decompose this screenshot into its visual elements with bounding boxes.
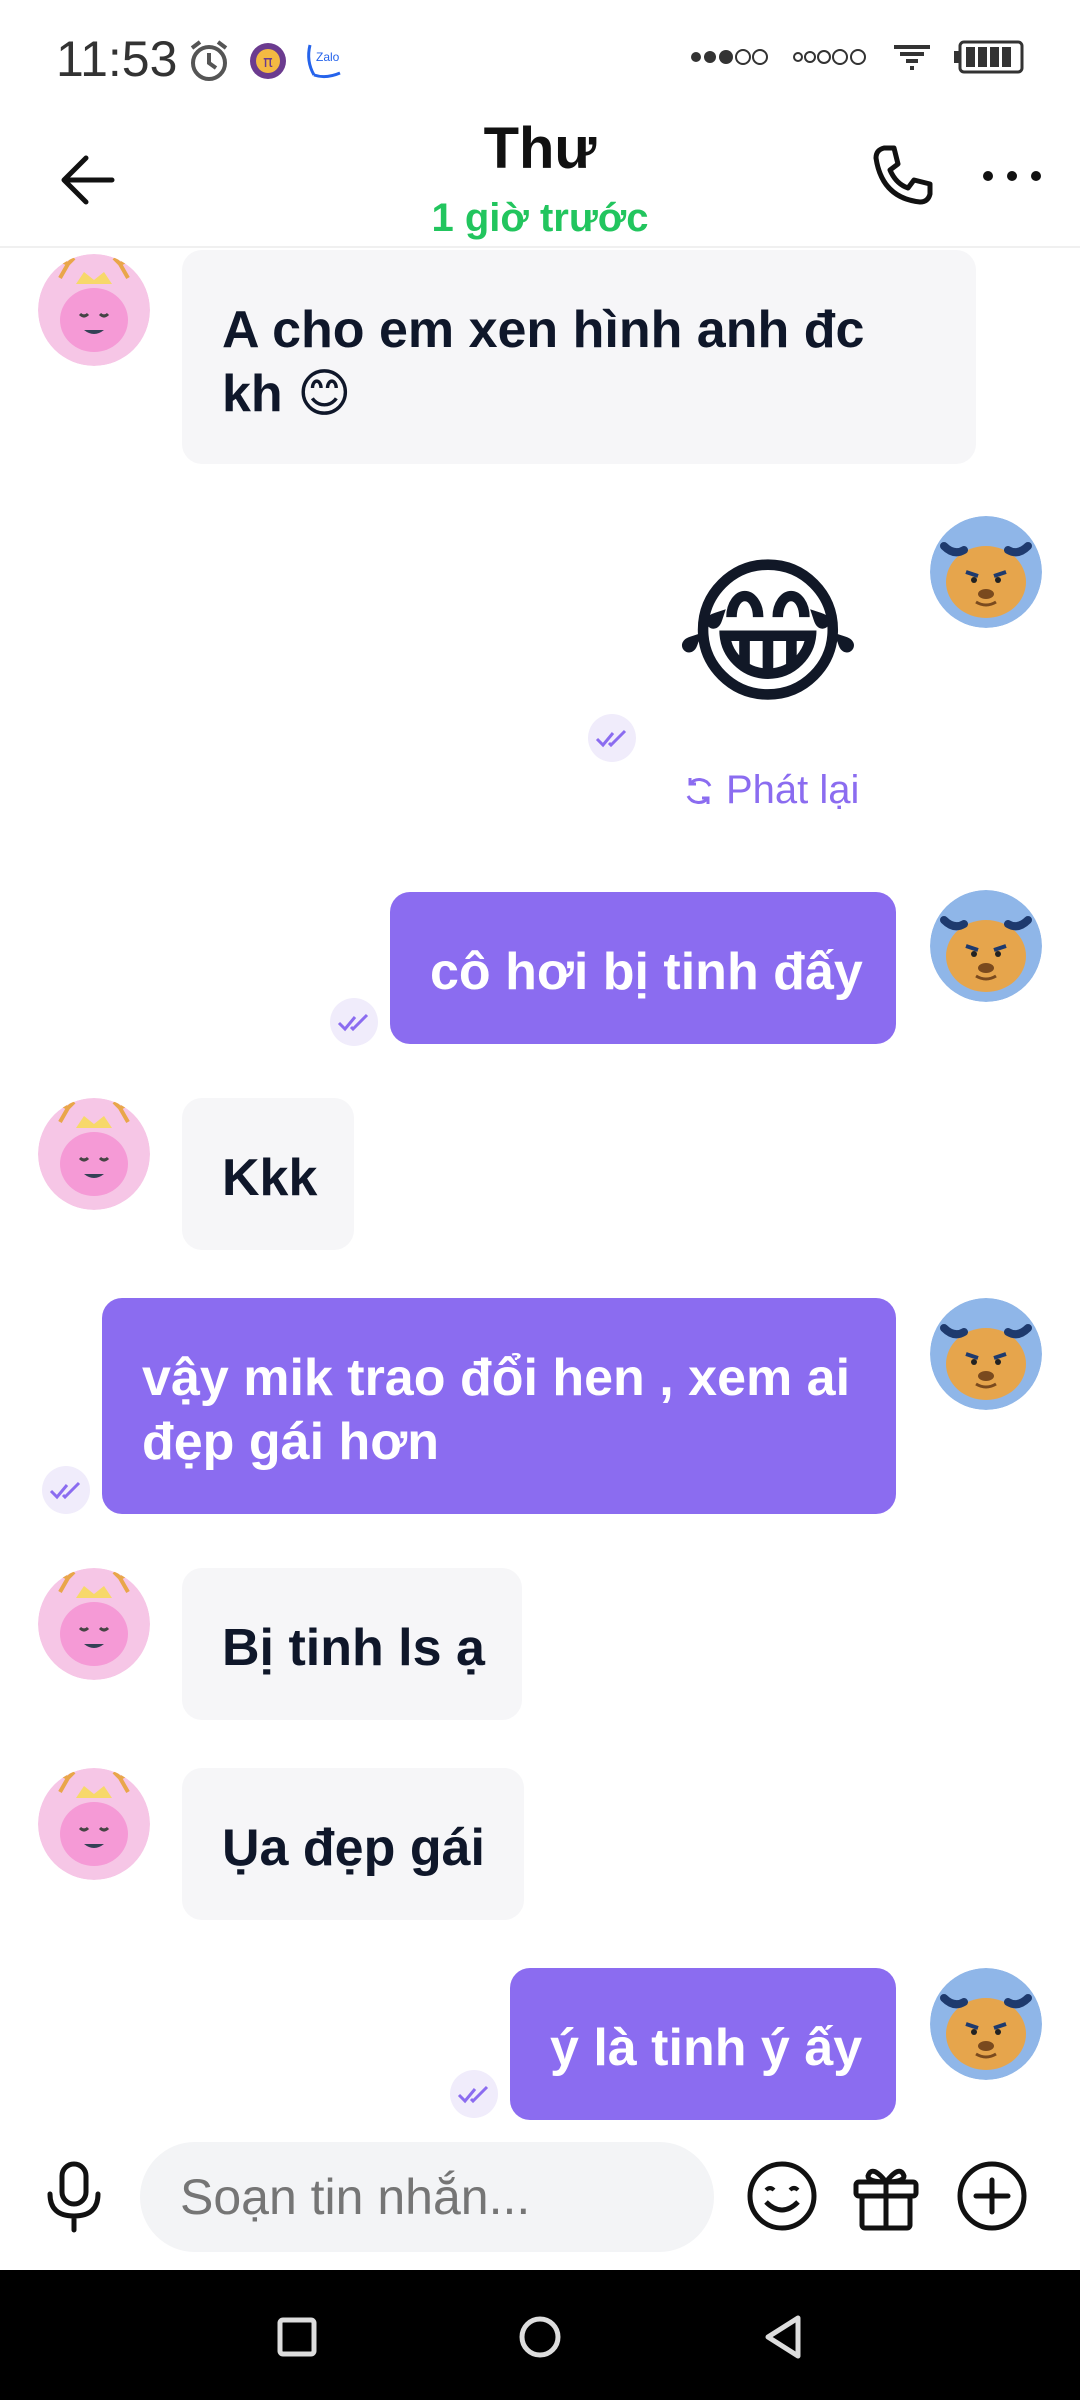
pi-app-icon: π [250, 43, 286, 79]
message-bubble-incoming[interactable]: Ụa đẹp gái [182, 1768, 524, 1920]
alarm-icon [190, 40, 228, 81]
message-text: Ụa đẹp gái [222, 1819, 485, 1877]
chat-header: Thư 1 giờ trước [0, 120, 1080, 248]
message-bubble-outgoing[interactable]: cô hơi bị tinh đấy [390, 892, 896, 1044]
back-nav-icon[interactable] [748, 2302, 818, 2372]
gift-icon[interactable] [846, 2156, 926, 2236]
message-list[interactable]: A cho em xen hình anh đc kh 😊 😂 Phát lại [0, 248, 1080, 2120]
message-composer [0, 2120, 1080, 2270]
message-text: vậy mik trao đổi hen , xem ai đẹp gái hơ… [142, 1349, 851, 1471]
message-text: Bị tinh ls ạ [222, 1619, 485, 1677]
message-input[interactable] [140, 2142, 714, 2252]
my-avatar[interactable] [930, 1968, 1042, 2080]
status-bar: 11:53 π Zalo [0, 0, 1080, 120]
signal-dots-icon [691, 49, 768, 65]
read-receipt-icon [588, 714, 636, 762]
recent-apps-icon[interactable] [262, 2302, 332, 2372]
message-text: A cho em xen hình anh đc kh 😊 [222, 301, 865, 423]
laughing-emoji-sticker: 😂 [674, 539, 862, 726]
read-receipt-icon [42, 1466, 90, 1514]
contact-avatar[interactable] [38, 1568, 150, 1680]
system-navigation-bar [0, 2270, 1080, 2400]
wifi-icon [894, 45, 930, 70]
message-text: Kkk [222, 1149, 318, 1207]
zalo-icon: Zalo [307, 44, 341, 79]
emoji-icon[interactable] [742, 2156, 822, 2236]
contact-avatar[interactable] [38, 254, 150, 366]
replay-button[interactable]: Phát lại [682, 768, 859, 813]
my-avatar[interactable] [930, 1298, 1042, 1410]
message-text: ý là tinh ý ấy [550, 2019, 863, 2077]
my-avatar[interactable] [930, 516, 1042, 628]
message-bubble-outgoing[interactable]: vậy mik trao đổi hen , xem ai đẹp gái hơ… [102, 1298, 896, 1514]
read-receipt-icon [450, 2070, 498, 2118]
my-avatar[interactable] [930, 890, 1042, 1002]
contact-avatar[interactable] [38, 1098, 150, 1210]
message-bubble-incoming[interactable]: Kkk [182, 1098, 354, 1250]
contact-avatar[interactable] [38, 1768, 150, 1880]
message-text: cô hơi bị tinh đấy [430, 943, 863, 1001]
more-options-icon[interactable] [972, 136, 1052, 216]
replay-icon [686, 777, 712, 804]
status-time: 11:53 [56, 31, 178, 87]
signal-dots-icon [793, 49, 866, 65]
svg-text:Zalo: Zalo [316, 50, 340, 64]
microphone-icon[interactable] [34, 2156, 114, 2236]
status-right-icons [688, 40, 1024, 74]
message-bubble-outgoing[interactable]: ý là tinh ý ấy [510, 1968, 896, 2120]
svg-text:π: π [263, 52, 273, 71]
add-attachment-icon[interactable] [952, 2156, 1032, 2236]
message-bubble-incoming[interactable]: Bị tinh ls ạ [182, 1568, 522, 1720]
message-bubble-incoming[interactable]: A cho em xen hình anh đc kh 😊 [182, 250, 976, 464]
phone-call-icon[interactable] [862, 136, 942, 216]
home-icon[interactable] [505, 2302, 575, 2372]
battery-icon [954, 40, 1024, 74]
sticker-message[interactable]: 😂 [668, 538, 868, 728]
status-left-icons: π Zalo [186, 38, 348, 84]
read-receipt-icon [330, 998, 378, 1046]
replay-label: Phát lại [726, 768, 860, 812]
